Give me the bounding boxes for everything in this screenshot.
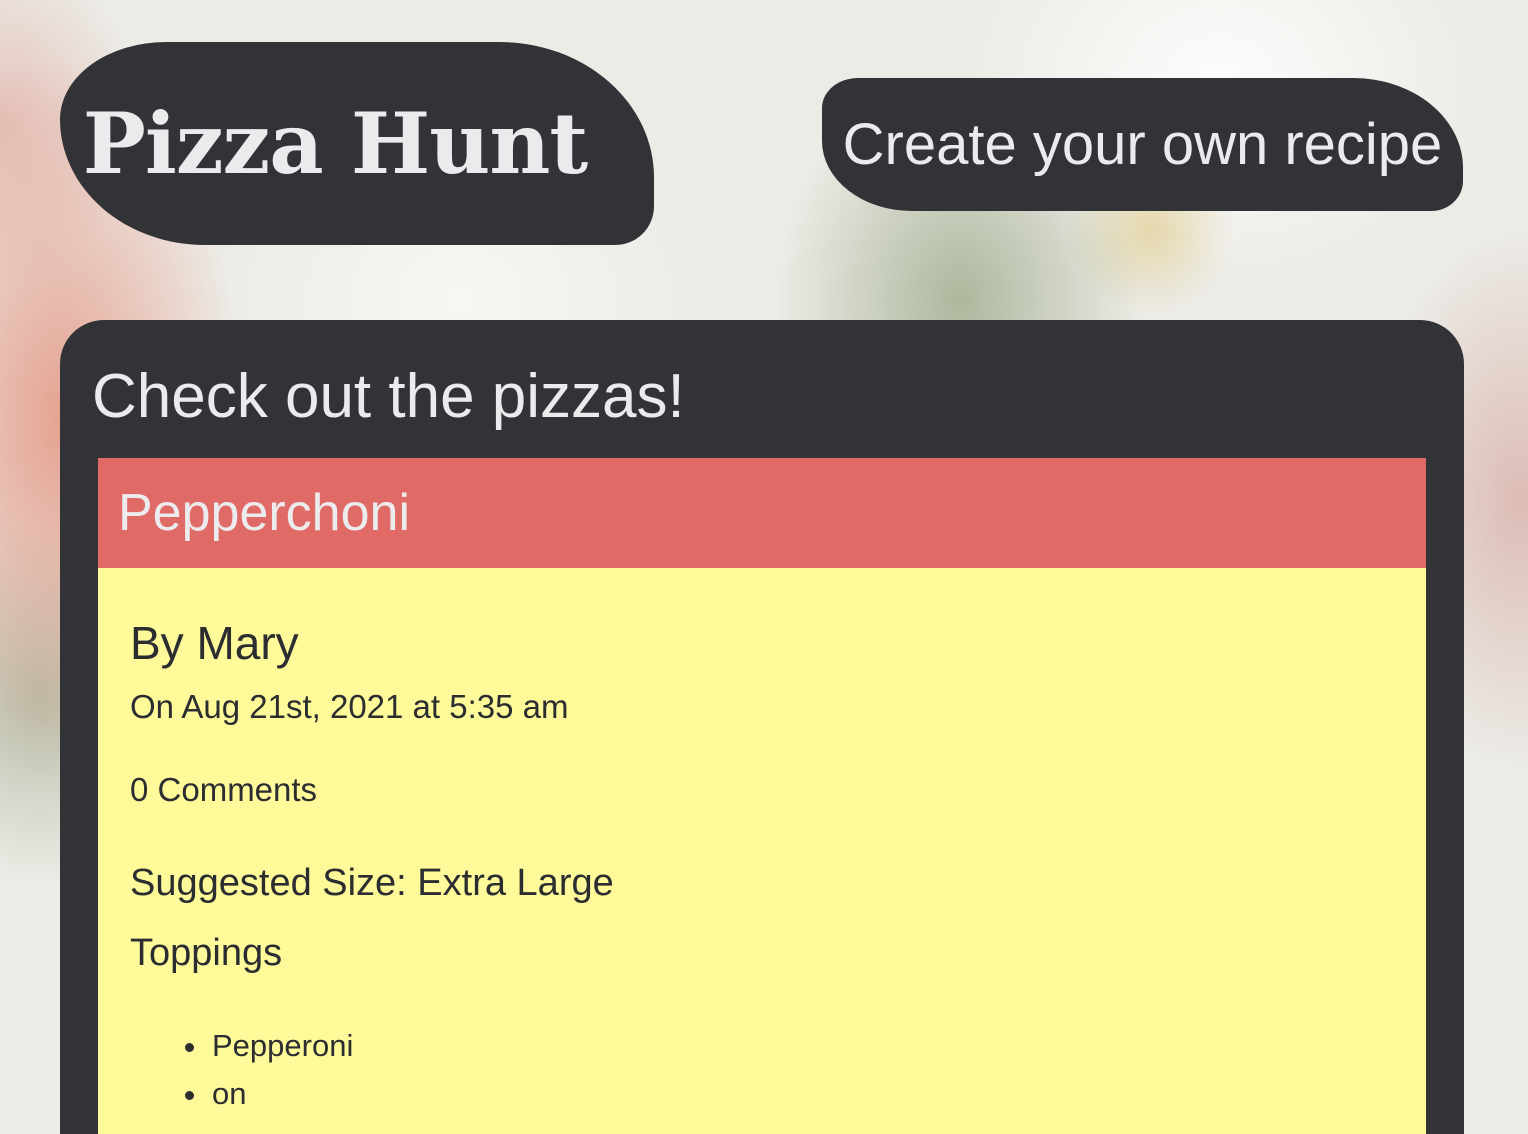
toppings-list: Pepperoni on [130,1022,1394,1118]
create-recipe-button[interactable]: Create your own recipe [822,78,1463,211]
site-title: Pizza Hunt [82,93,588,193]
pizza-list-panel: Check out the pizzas! Pepperchoni By Mar… [60,320,1464,1134]
panel-heading: Check out the pizzas! [92,362,685,431]
pizza-card: Pepperchoni By Mary On Aug 21st, 2021 at… [98,458,1426,1134]
brand-badge[interactable]: Pizza Hunt [60,42,654,245]
pizza-card-body: By Mary On Aug 21st, 2021 at 5:35 am 0 C… [98,568,1426,1134]
pizza-card-header: Pepperchoni [98,458,1426,568]
toppings-heading: Toppings [130,932,283,974]
pizza-created-date: On Aug 21st, 2021 at 5:35 am [130,688,569,725]
pizza-author: By Mary [130,617,299,669]
suggested-size: Suggested Size: Extra Large [130,862,614,904]
pizza-name: Pepperchoni [118,484,410,542]
comments-link[interactable]: 0 Comments [130,773,317,806]
list-item: Pepperoni [210,1022,1394,1070]
list-item: on [210,1070,1394,1118]
